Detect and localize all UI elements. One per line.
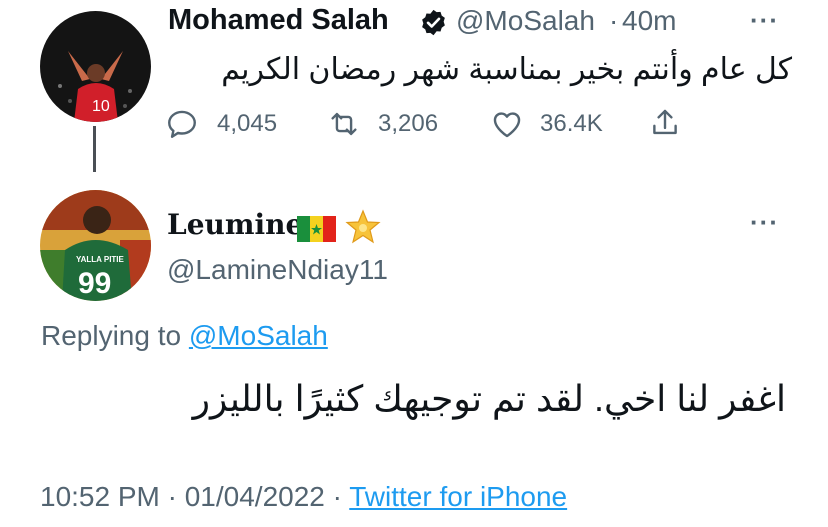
reply-author-avatar[interactable]: YALLA PITIE 99 bbox=[40, 190, 151, 301]
thread-connector bbox=[93, 126, 96, 172]
reply-author-name[interactable]: Leumine bbox=[167, 208, 303, 241]
star-icon bbox=[345, 209, 381, 244]
retweet-button[interactable]: 3,206 bbox=[327, 106, 457, 142]
replying-to-line: Replying to @MoSalah bbox=[41, 320, 328, 352]
share-icon[interactable] bbox=[648, 106, 682, 140]
tweet-time[interactable]: 40m bbox=[622, 5, 676, 37]
tweet-text: كل عام وأنتم بخير بمناسبة شهر رمضان الكر… bbox=[221, 53, 792, 86]
replying-to-label: Replying to bbox=[41, 320, 189, 351]
reply-button[interactable]: 4,045 bbox=[165, 106, 295, 142]
avatar-shirt-number: 10 bbox=[92, 98, 110, 115]
jersey-number: 99 bbox=[78, 267, 111, 300]
author-avatar[interactable]: 10 bbox=[40, 11, 151, 122]
reply-avatar-photo: YALLA PITIE 99 bbox=[40, 190, 151, 301]
reply-icon bbox=[168, 110, 196, 138]
like-button[interactable]: 36.4K bbox=[490, 106, 620, 142]
senegal-flag-icon bbox=[297, 216, 336, 242]
retweet-count: 3,206 bbox=[378, 110, 439, 137]
more-icon[interactable]: ··· bbox=[750, 5, 779, 36]
like-icon bbox=[493, 112, 521, 138]
reply-author-handle[interactable]: @LamineNdiay11 bbox=[167, 254, 388, 286]
jersey-text: YALLA PITIE bbox=[76, 255, 125, 264]
reply-count: 4,045 bbox=[217, 110, 278, 137]
reply-more-icon[interactable]: ··· bbox=[750, 207, 779, 238]
meta-separator: · bbox=[609, 5, 619, 36]
verified-badge-icon bbox=[422, 9, 445, 36]
like-count: 36.4K bbox=[540, 110, 603, 137]
reply-meta: 10:52 PM · 01/04/2022 · Twitter for iPho… bbox=[40, 481, 567, 513]
replying-to-link[interactable]: @MoSalah bbox=[189, 320, 328, 351]
avatar-photo: 10 bbox=[40, 11, 151, 122]
reply-text: اغفر لنا اخي. لقد تم توجيهك كثيرًا باللي… bbox=[192, 378, 786, 419]
retweet-icon bbox=[331, 112, 357, 136]
source-link[interactable]: Twitter for iPhone bbox=[349, 481, 567, 512]
reply-date-time[interactable]: 10:52 PM · 01/04/2022 · bbox=[40, 481, 349, 512]
author-name[interactable]: Mohamed Salah bbox=[168, 4, 389, 37]
author-handle[interactable]: @MoSalah bbox=[456, 5, 595, 37]
